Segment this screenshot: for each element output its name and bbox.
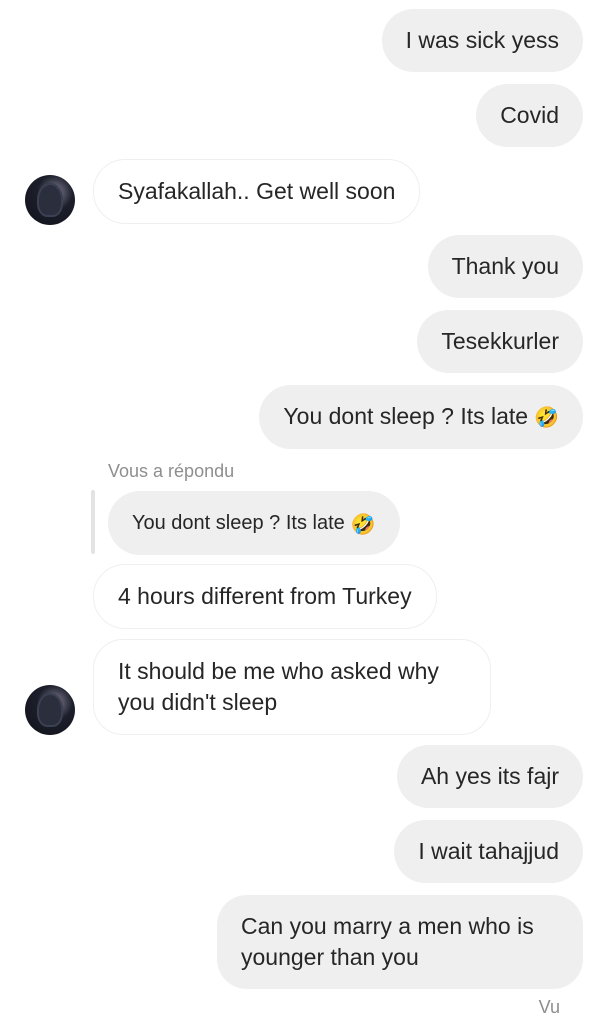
rofl-emoji-icon: 🤣 [534, 405, 559, 430]
rofl-emoji-icon: 🤣 [350, 511, 376, 536]
contact-avatar[interactable] [25, 685, 75, 735]
message-text: Thank you [451, 253, 559, 279]
outgoing-message[interactable]: Thank you [427, 235, 583, 298]
outgoing-message[interactable]: You dont sleep ? Its late 🤣 [259, 385, 583, 450]
message-text: Covid [500, 102, 559, 128]
message-text: Tesekkurler [441, 328, 559, 354]
message-text: Syafakallah.. Get well soon [118, 178, 396, 204]
message-text: I wait tahajjud [418, 838, 559, 864]
seen-status: Vu [538, 997, 560, 1017]
outgoing-message[interactable]: I was sick yess [381, 9, 583, 72]
message-text: You dont sleep ? Its late [283, 403, 529, 429]
message-text: 4 hours different from Turkey [118, 583, 412, 609]
reply-label: Vous a répondu [108, 461, 235, 481]
incoming-message[interactable]: Syafakallah.. Get well soon [93, 159, 421, 224]
outgoing-message[interactable]: Covid [476, 84, 583, 147]
message-text: Ah yes its fajr [420, 763, 559, 789]
contact-avatar[interactable] [25, 175, 75, 225]
quoted-text: You dont sleep ? Its late [132, 512, 345, 534]
message-text: It should be me who asked why you didn't… [118, 658, 439, 715]
outgoing-message[interactable]: Ah yes its fajr [396, 745, 583, 808]
message-text: I was sick yess [405, 27, 559, 53]
quoted-message[interactable]: You dont sleep ? Its late 🤣 [108, 491, 400, 555]
outgoing-message[interactable]: I wait tahajjud [394, 820, 583, 883]
reply-quote-bar [91, 490, 95, 554]
outgoing-message[interactable]: Can you marry a men who is younger than … [217, 895, 583, 989]
message-text: Can you marry a men who is younger than … [241, 913, 534, 970]
incoming-message[interactable]: It should be me who asked why you didn't… [93, 639, 491, 735]
outgoing-message[interactable]: Tesekkurler [417, 310, 583, 373]
incoming-message[interactable]: 4 hours different from Turkey [93, 564, 437, 629]
